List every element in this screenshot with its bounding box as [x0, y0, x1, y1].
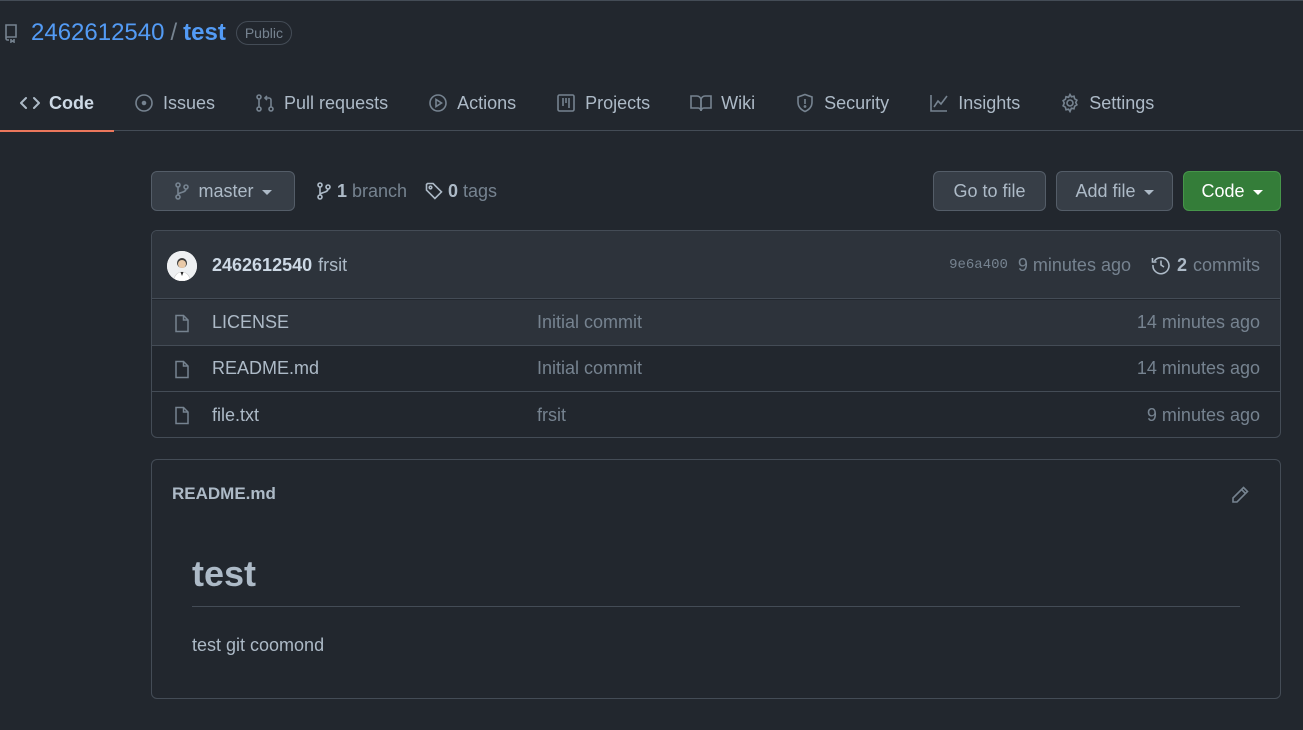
commit-author-link[interactable]: 2462612540 — [212, 255, 312, 276]
commit-message-link[interactable]: frsit — [318, 255, 347, 276]
repo-icon — [3, 23, 19, 43]
project-icon — [556, 93, 576, 113]
repo-header: 2462612540 / test Public Code Issues Pul… — [0, 0, 1303, 132]
file-icon — [174, 314, 190, 333]
add-file-button[interactable]: Add file — [1056, 171, 1173, 211]
tab-label: Wiki — [721, 92, 756, 113]
latest-commit: 2462612540 frsit 9e6a400 9 minutes ago 2… — [152, 231, 1280, 299]
tab-projects[interactable]: Projects — [536, 81, 670, 125]
history-icon — [1151, 255, 1171, 275]
tab-security[interactable]: Security — [775, 81, 909, 125]
tab-wiki[interactable]: Wiki — [670, 81, 775, 125]
readme-filename[interactable]: README.md — [172, 460, 276, 528]
file-row[interactable]: LICENSE Initial commit 14 minutes ago — [152, 300, 1280, 346]
tags-link[interactable]: 0 tags — [425, 171, 497, 211]
chevron-down-icon — [1143, 189, 1154, 195]
issue-icon — [134, 93, 154, 113]
commit-time: 9 minutes ago — [1017, 254, 1131, 275]
commits-count: 2 — [1176, 254, 1187, 275]
tab-label: Code — [49, 92, 94, 113]
tab-label: Settings — [1089, 92, 1155, 113]
tab-pull-requests[interactable]: Pull requests — [235, 81, 408, 125]
tags-count: 0 — [448, 180, 459, 201]
file-age: 14 minutes ago — [1136, 312, 1260, 332]
tags-label: tags — [463, 180, 498, 201]
branch-name: master — [198, 180, 254, 201]
file-icon — [174, 360, 190, 379]
code-icon — [20, 95, 40, 111]
commit-sha-link[interactable]: 9e6a400 — [949, 257, 1008, 273]
chevron-down-icon — [261, 189, 272, 195]
branches-label: branch — [352, 180, 408, 201]
commits-label: commits — [1193, 254, 1260, 275]
tab-label: Issues — [163, 92, 216, 113]
tab-label: Projects — [585, 92, 651, 113]
gear-icon — [1060, 93, 1080, 113]
file-row[interactable]: README.md Initial commit 14 minutes ago — [152, 346, 1280, 392]
repo-name-link[interactable]: test — [183, 17, 226, 49]
readme-body: test git coomond — [192, 635, 325, 655]
branch-icon — [174, 182, 190, 200]
repo-title: 2462612540 / test Public — [0, 17, 292, 49]
code-button-label: Code — [1201, 180, 1245, 201]
commit-info: 2462612540 frsit — [212, 231, 347, 299]
tab-label: Security — [824, 92, 890, 113]
repo-owner-link[interactable]: 2462612540 — [31, 17, 164, 49]
readme: README.md test test git coomond — [151, 459, 1281, 699]
branch-select-button[interactable]: master — [151, 171, 295, 211]
tab-label: Insights — [958, 92, 1021, 113]
graph-icon — [929, 93, 949, 113]
file-list: 2462612540 frsit 9e6a400 9 minutes ago 2… — [151, 230, 1281, 438]
tab-actions[interactable]: Actions — [408, 81, 536, 125]
avatar[interactable] — [167, 251, 197, 281]
file-icon — [174, 406, 190, 425]
tab-code[interactable]: Code — [0, 81, 114, 132]
book-icon — [690, 93, 712, 113]
visibility-badge: Public — [235, 21, 292, 45]
file-name-link[interactable]: file.txt — [212, 405, 259, 426]
file-commit-link[interactable]: Initial commit — [537, 358, 642, 379]
repo-nav: Code Issues Pull requests Actions Projec… — [0, 81, 1174, 132]
file-commit-link[interactable]: frsit — [537, 405, 566, 426]
tab-issues[interactable]: Issues — [114, 81, 235, 125]
path-separator: / — [170, 19, 178, 46]
file-commit-link[interactable]: Initial commit — [537, 312, 642, 333]
add-file-label: Add file — [1075, 180, 1136, 201]
code-button[interactable]: Code — [1183, 171, 1281, 211]
pencil-icon[interactable] — [1230, 485, 1250, 505]
branches-count: 1 — [337, 180, 348, 201]
branches-link[interactable]: 1 branch — [316, 171, 407, 211]
tab-label: Actions — [457, 92, 517, 113]
file-name-link[interactable]: LICENSE — [212, 312, 289, 333]
file-age: 9 minutes ago — [1146, 404, 1260, 425]
go-to-file-button[interactable]: Go to file — [933, 171, 1046, 211]
branch-icon — [316, 182, 332, 200]
chevron-down-icon — [1252, 189, 1263, 195]
tab-settings[interactable]: Settings — [1040, 81, 1174, 125]
tab-label: Pull requests — [284, 92, 389, 113]
tab-insights[interactable]: Insights — [909, 81, 1040, 125]
file-name-link[interactable]: README.md — [212, 358, 319, 379]
pull-request-icon — [255, 93, 275, 113]
commits-history-link[interactable]: 2 commits — [1151, 255, 1260, 276]
file-age: 14 minutes ago — [1136, 358, 1260, 378]
readme-heading: test — [192, 552, 1240, 607]
file-navigation: master 1 branch 0 tags Go to file Add fi… — [151, 171, 1281, 211]
commit-meta: 9e6a400 9 minutes ago 2 commits — [949, 231, 1260, 299]
shield-icon — [795, 93, 815, 113]
file-row[interactable]: file.txt frsit 9 minutes ago — [152, 392, 1280, 437]
tag-icon — [425, 182, 443, 200]
play-icon — [428, 93, 448, 113]
